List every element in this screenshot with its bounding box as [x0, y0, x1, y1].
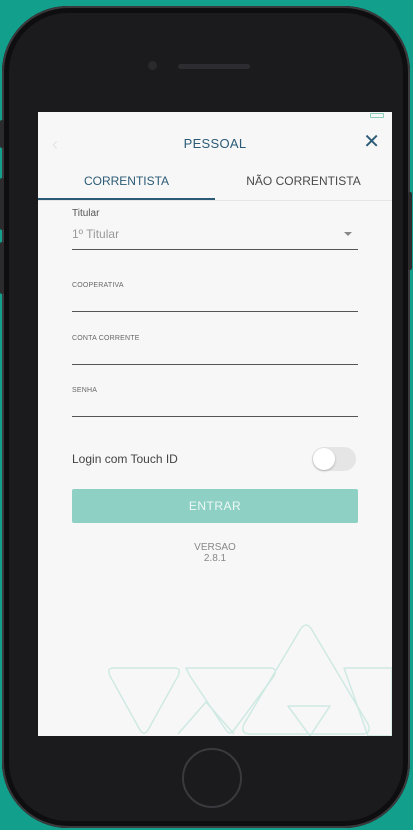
- cooperativa-input[interactable]: [72, 289, 358, 312]
- titular-select[interactable]: 1º Titular: [72, 219, 358, 250]
- volume-up-button: [0, 178, 4, 230]
- tab-bar: CORRENTISTA NÃO CORRENTISTA: [38, 168, 392, 200]
- conta-corrente-label: CONTA CORRENTE: [72, 335, 140, 342]
- page-title: PESSOAL: [183, 136, 247, 151]
- titular-label: Titular: [72, 208, 100, 219]
- titular-field: Titular 1º Titular: [72, 208, 358, 250]
- front-camera: [148, 61, 157, 70]
- conta-corrente-field: CONTA CORRENTE: [72, 335, 358, 365]
- triangle-decoration: [107, 624, 392, 736]
- tabs-divider: [38, 200, 392, 201]
- cooperativa-label: COOPERATIVA: [72, 282, 124, 289]
- home-button[interactable]: [182, 748, 242, 808]
- enter-button[interactable]: ENTRAR: [72, 489, 358, 523]
- app-screen: ‹ PESSOAL ✕ CORRENTISTA NÃO CORRENTISTA …: [38, 112, 392, 736]
- version-label: VERSAO: [194, 542, 236, 553]
- titular-value: 1º Titular: [72, 227, 120, 241]
- tab-correntista[interactable]: CORRENTISTA: [38, 168, 215, 200]
- senha-input[interactable]: [72, 394, 358, 417]
- conta-corrente-input[interactable]: [72, 342, 358, 365]
- touch-id-row: Login com Touch ID: [72, 444, 358, 474]
- senha-label: SENHA: [72, 387, 98, 394]
- phone-frame: ‹ PESSOAL ✕ CORRENTISTA NÃO CORRENTISTA …: [0, 6, 412, 828]
- version-info: VERSAO 2.8.1: [38, 542, 392, 564]
- power-button: [408, 192, 412, 270]
- mute-switch: [0, 120, 4, 148]
- close-icon[interactable]: ✕: [363, 132, 380, 152]
- toggle-knob: [313, 448, 335, 470]
- touch-id-label: Login com Touch ID: [72, 452, 178, 466]
- earpiece-speaker: [178, 64, 250, 69]
- version-number: 2.8.1: [203, 553, 227, 564]
- touch-id-toggle[interactable]: [312, 447, 356, 471]
- battery-icon: [370, 113, 384, 118]
- volume-down-button: [0, 242, 4, 294]
- caret-down-icon: [344, 232, 352, 236]
- tab-nao-correntista[interactable]: NÃO CORRENTISTA: [215, 168, 392, 200]
- senha-field: SENHA: [72, 387, 358, 417]
- cooperativa-field: COOPERATIVA: [72, 282, 358, 312]
